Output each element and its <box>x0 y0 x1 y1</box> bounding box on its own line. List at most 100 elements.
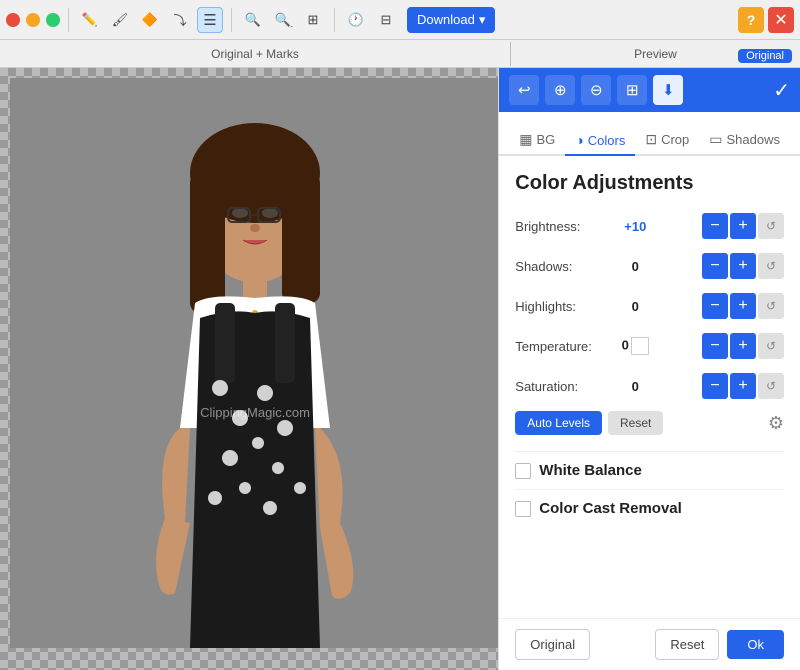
reset-all-button[interactable]: Reset <box>608 411 663 435</box>
brightness-increase[interactable]: + <box>730 213 756 239</box>
brightness-label: Brightness: <box>515 219 610 234</box>
panel-download[interactable]: ⬇ <box>653 75 683 105</box>
highlights-label: Highlights: <box>515 299 610 314</box>
color-cast-row: Color Cast Removal <box>515 489 784 527</box>
view-labels-row: Original + Marks Preview Original <box>0 40 800 68</box>
panel-zoom-out[interactable]: ⊖ <box>581 75 611 105</box>
hand-tool[interactable]: ☰ <box>197 7 223 33</box>
highlights-controls: − + ↺ <box>702 293 784 319</box>
panel-checkmark[interactable]: ✓ <box>773 78 790 103</box>
temperature-value: 0 <box>610 337 660 355</box>
saturation-controls: − + ↺ <box>702 373 784 399</box>
close-dot[interactable] <box>6 13 20 27</box>
preview-label: Preview <box>634 47 677 61</box>
shadows-decrease[interactable]: − <box>702 253 728 279</box>
temperature-label: Temperature: <box>515 339 610 354</box>
brightness-reset[interactable]: ↺ <box>758 213 784 239</box>
undo-button[interactable]: ↩ <box>509 75 539 105</box>
shadows-reset[interactable]: ↺ <box>758 253 784 279</box>
tab-shadows[interactable]: ▭ Shadows <box>699 125 790 156</box>
download-label: Download <box>417 12 475 27</box>
white-balance-checkbox[interactable] <box>515 463 531 479</box>
main-content-area: ClippingMagic.com ↩ ⊕ ⊖ ⊞ ⬇ ✓ ▦ BG ◑ Col… <box>0 68 800 670</box>
original-view-button[interactable]: Original <box>515 629 590 660</box>
saturation-value: 0 <box>610 379 660 394</box>
brightness-row: Brightness: +10 − + ↺ <box>515 211 784 241</box>
auto-levels-row: Auto Levels Reset ⚙ <box>515 411 784 435</box>
highlights-value: 0 <box>610 299 660 314</box>
ok-button[interactable]: Ok <box>727 630 784 659</box>
right-toolbar-icons: ? ✕ <box>738 7 794 33</box>
highlights-row: Highlights: 0 − + ↺ <box>515 291 784 321</box>
crop-tab-label: Crop <box>661 132 689 147</box>
download-arrow-icon: ▾ <box>479 12 486 28</box>
person-illustration <box>10 78 498 648</box>
shadows-value: 0 <box>610 259 660 274</box>
temperature-controls: − + ↺ <box>702 333 784 359</box>
color-cast-checkbox[interactable] <box>515 501 531 517</box>
bg-tab-label: BG <box>537 132 556 147</box>
shadows-controls: − + ↺ <box>702 253 784 279</box>
bottom-reset-button[interactable]: Reset <box>655 629 719 660</box>
canvas-area[interactable]: ClippingMagic.com <box>0 68 498 670</box>
download-button[interactable]: Download ▾ <box>407 7 495 33</box>
saturation-row: Saturation: 0 − + ↺ <box>515 371 784 401</box>
help-button[interactable]: ? <box>738 7 764 33</box>
brightness-decrease[interactable]: − <box>702 213 728 239</box>
separator-1 <box>68 8 69 32</box>
original-badge[interactable]: Original <box>738 49 792 63</box>
saturation-decrease[interactable]: − <box>702 373 728 399</box>
history-btn[interactable]: 🕐 <box>343 7 369 33</box>
shadows-tab-icon: ▭ <box>709 131 722 148</box>
color-adjustments-title: Color Adjustments <box>515 172 784 195</box>
bottom-action-bar: Original Reset Ok <box>499 618 800 670</box>
white-balance-label[interactable]: White Balance <box>539 462 642 479</box>
shadows-increase[interactable]: + <box>730 253 756 279</box>
shadows-row: Shadows: 0 − + ↺ <box>515 251 784 281</box>
minimize-dot[interactable] <box>26 13 40 27</box>
panel-fit-view[interactable]: ⊞ <box>617 75 647 105</box>
temperature-reset[interactable]: ↺ <box>758 333 784 359</box>
auto-levels-button[interactable]: Auto Levels <box>515 411 602 435</box>
original-marks-label: Original + Marks <box>0 47 510 61</box>
white-balance-row: White Balance <box>515 451 784 489</box>
brightness-controls: − + ↺ <box>702 213 784 239</box>
panel-zoom-in[interactable]: ⊕ <box>545 75 575 105</box>
separator-2 <box>231 8 232 32</box>
saturation-reset[interactable]: ↺ <box>758 373 784 399</box>
tab-colors[interactable]: ◑ Colors <box>565 126 635 156</box>
panel-content: Color Adjustments Brightness: +10 − + ↺ … <box>499 156 800 618</box>
temperature-decrease[interactable]: − <box>702 333 728 359</box>
saturation-increase[interactable]: + <box>730 373 756 399</box>
color-cast-label[interactable]: Color Cast Removal <box>539 500 682 517</box>
window-close-button[interactable]: ✕ <box>768 7 794 33</box>
temperature-increase[interactable]: + <box>730 333 756 359</box>
separator-3 <box>334 8 335 32</box>
preview-label-area: Preview Original <box>511 47 800 61</box>
brush-tool[interactable]: 🖌 <box>107 7 133 33</box>
tab-crop[interactable]: ⊡ Crop <box>635 125 699 156</box>
eraser-tool[interactable]: ✏️ <box>77 7 103 33</box>
right-panel: ↩ ⊕ ⊖ ⊞ ⬇ ✓ ▦ BG ◑ Colors ⊡ Crop ▭ Shado… <box>498 68 800 670</box>
settings-gear-button[interactable]: ⚙ <box>768 413 784 434</box>
highlights-decrease[interactable]: − <box>702 293 728 319</box>
temperature-swatch <box>631 337 649 355</box>
lasso-tool[interactable]: ⤵ <box>167 7 193 33</box>
image-container: ClippingMagic.com <box>10 78 498 648</box>
fit-view-btn[interactable]: ⊞ <box>300 7 326 33</box>
tabs-row: ▦ BG ◑ Colors ⊡ Crop ▭ Shadows <box>499 112 800 156</box>
brightness-value: +10 <box>610 219 660 234</box>
zoom-in-btn[interactable]: 🔍 <box>240 7 266 33</box>
compare-btn[interactable]: ⊟ <box>373 7 399 33</box>
main-toolbar: ✏️ 🖌 🔶 ⤵ ☰ 🔍 🔍- ⊞ 🕐 ⊟ Download ▾ ? ✕ <box>0 0 800 40</box>
shadows-tab-label: Shadows <box>727 132 780 147</box>
marker-tool[interactable]: 🔶 <box>137 7 163 33</box>
expand-dot[interactable] <box>46 13 60 27</box>
highlights-reset[interactable]: ↺ <box>758 293 784 319</box>
zoom-out-btn[interactable]: 🔍- <box>270 7 296 33</box>
colors-tab-label: Colors <box>588 133 626 148</box>
highlights-increase[interactable]: + <box>730 293 756 319</box>
shadows-label: Shadows: <box>515 259 610 274</box>
tab-bg[interactable]: ▦ BG <box>509 125 565 156</box>
bg-tab-icon: ▦ <box>519 131 532 148</box>
